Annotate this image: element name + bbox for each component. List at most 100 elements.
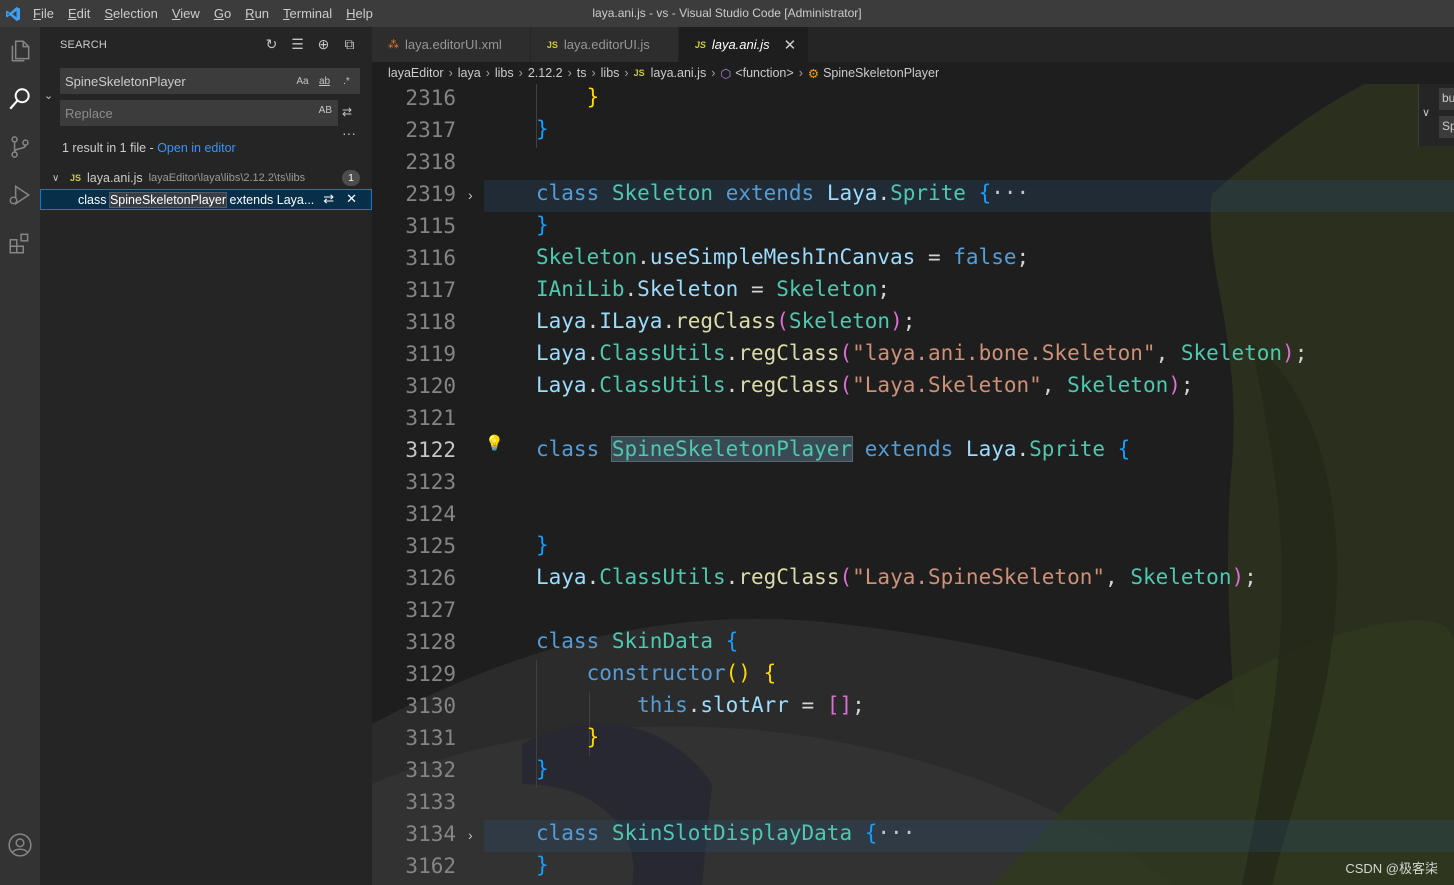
line-number: 3116 — [405, 246, 456, 270]
menu-label: election — [113, 6, 158, 21]
fold-chevron-icon[interactable]: › — [468, 827, 473, 843]
menu-item[interactable]: Edit — [61, 0, 97, 27]
replace-placeholder: Replace — [65, 105, 113, 121]
line-number: 3117 — [405, 278, 456, 302]
explorer-icon[interactable] — [0, 27, 40, 75]
menu-label: o — [223, 6, 232, 21]
code-line: class SkinData { — [536, 629, 739, 653]
search-input-value[interactable]: SpineSkeletonPlayer — [65, 74, 186, 89]
close-tab-icon[interactable]: ✕ — [784, 36, 797, 54]
find-widget-input[interactable]: bu — [1439, 88, 1454, 110]
line-number: 3127 — [405, 598, 456, 622]
code-line: class SpineSkeletonPlayer extends Laya.S… — [536, 436, 1131, 462]
editor-tabs: ⁂ laya.editorUI.xml JS laya.editorUI.js JS la… — [372, 27, 1454, 62]
result-file-row[interactable]: ∨ JS laya.ani.js layaEditor\laya\libs\2.… — [40, 167, 372, 189]
line-number: 3121 — [405, 406, 456, 430]
line-number: 2317 — [405, 118, 456, 142]
open-in-editor-link[interactable]: Open in editor — [157, 141, 236, 155]
menu-item[interactable]: Selection — [97, 0, 164, 27]
chevron-right-icon: › — [591, 66, 596, 80]
preserve-case-button[interactable]: AB — [319, 105, 332, 116]
line-number: 3162 — [405, 854, 456, 878]
lightbulb-icon[interactable]: 💡 — [485, 434, 504, 452]
search-input[interactable]: SpineSkeletonPlayer Aa ab .* — [60, 68, 360, 94]
accounts-icon[interactable] — [0, 821, 40, 869]
menu-item[interactable]: Go — [207, 0, 238, 27]
js-file-icon: JS — [633, 68, 645, 78]
line-number: 3134 — [405, 822, 456, 846]
xml-file-icon: ⁂ — [388, 39, 399, 51]
code-line: Laya.ClassUtils.regClass("Laya.Skeleton"… — [536, 373, 1194, 397]
match-case-button[interactable]: Aa — [293, 72, 312, 90]
chevron-right-icon: › — [485, 66, 490, 80]
chevron-right-icon: › — [567, 66, 572, 80]
line-number: 3132 — [405, 758, 456, 782]
menu-item[interactable]: Help — [339, 0, 380, 27]
line-number: 3123 — [405, 470, 456, 494]
code-line: Skeleton.useSimpleMeshInCanvas = false; — [536, 245, 1030, 269]
result-file-name: laya.ani.js — [87, 171, 143, 185]
tab-laya-editorUI-xml[interactable]: ⁂ laya.editorUI.xml — [372, 27, 531, 62]
js-file-icon: JS — [70, 173, 82, 183]
breadcrumb-item[interactable]: libs — [601, 66, 620, 80]
chevron-right-icon: › — [711, 66, 716, 80]
menu-label: iew — [180, 6, 200, 21]
source-control-icon[interactable] — [0, 123, 40, 171]
dismiss-match-icon[interactable]: ✕ — [346, 191, 357, 207]
line-number: 3118 — [405, 310, 456, 334]
tab-label: laya.ani.js — [711, 37, 770, 52]
tab-laya-ani-js[interactable]: JS laya.ani.js ✕ — [678, 27, 810, 62]
extensions-icon[interactable] — [0, 219, 40, 267]
breadcrumb-item[interactable]: <function> — [735, 66, 793, 80]
menu-item[interactable]: Terminal — [276, 0, 339, 27]
menu-item[interactable]: File — [26, 0, 61, 27]
use-regex-button[interactable]: .* — [337, 72, 356, 90]
line-number: 3126 — [405, 566, 456, 590]
menu-mnemonic: F — [33, 6, 41, 21]
breadcrumb-item[interactable]: laya.ani.js — [651, 66, 707, 80]
code-line: Laya.ClassUtils.regClass("laya.ani.bone.… — [536, 341, 1308, 365]
menu-item[interactable]: View — [165, 0, 207, 27]
new-search-editor-icon[interactable]: ⊕ — [315, 36, 332, 53]
fold-chevron-icon[interactable]: › — [468, 187, 473, 203]
replace-all-icon[interactable]: ⇄ — [342, 105, 360, 123]
breadcrumb-item[interactable]: ts — [577, 66, 587, 80]
class-symbol-icon: ⚙ — [807, 66, 820, 81]
clear-results-icon[interactable]: ☰ — [289, 36, 306, 53]
refresh-icon[interactable]: ↻ — [263, 36, 280, 53]
collapse-all-icon[interactable]: ⧉ — [341, 36, 358, 53]
breadcrumb-item[interactable]: 2.12.2 — [528, 66, 563, 80]
code-editor[interactable]: 2316 2317 2318 2319 3115 3116 3117 3118 3119 3120… — [372, 84, 1454, 885]
chevron-down-icon[interactable]: ∨ — [52, 173, 70, 184]
code-line: } — [536, 213, 549, 237]
line-number: 3129 — [405, 662, 456, 686]
replace-match-icon[interactable]: ⇄ — [323, 191, 334, 207]
chevron-down-icon[interactable]: ∨ — [1422, 106, 1430, 119]
code-line: IAniLib.Skeleton = Skeleton; — [536, 277, 891, 301]
tab-laya-editorUI-js[interactable]: JS laya.editorUI.js — [530, 27, 679, 62]
run-debug-icon[interactable] — [0, 171, 40, 219]
toggle-replace-chevron-icon[interactable]: ⌄ — [44, 89, 58, 103]
breadcrumb-item[interactable]: layaEditor — [388, 66, 444, 80]
chevron-right-icon: › — [518, 66, 523, 80]
line-number: 3130 — [405, 694, 456, 718]
line-number: 2316 — [405, 86, 456, 110]
chevron-right-icon: › — [798, 66, 803, 80]
vscode-logo-icon — [0, 0, 26, 27]
breadcrumb-item[interactable]: laya — [458, 66, 481, 80]
more-options-icon[interactable]: ··· — [342, 125, 356, 141]
menu-mnemonic: R — [245, 6, 255, 21]
code-line: } — [586, 85, 600, 109]
match-whole-word-button[interactable]: ab — [315, 72, 334, 90]
replace-input[interactable]: Replace AB — [60, 100, 338, 126]
breadcrumb-item[interactable]: SpineSkeletonPlayer — [823, 66, 939, 80]
menu-mnemonic: G — [213, 6, 224, 21]
line-number: 3125 — [405, 534, 456, 558]
search-match-row[interactable]: class SpineSkeletonPlayer extends Laya..… — [40, 189, 372, 210]
search-icon[interactable] — [0, 75, 40, 123]
find-widget-input-secondary[interactable]: Sp — [1439, 116, 1454, 138]
menu-item[interactable]: Run — [238, 0, 276, 27]
breadcrumb-item[interactable]: libs — [495, 66, 514, 80]
find-widget: ∨ bu Sp — [1418, 84, 1454, 146]
chevron-right-icon: › — [624, 66, 629, 80]
